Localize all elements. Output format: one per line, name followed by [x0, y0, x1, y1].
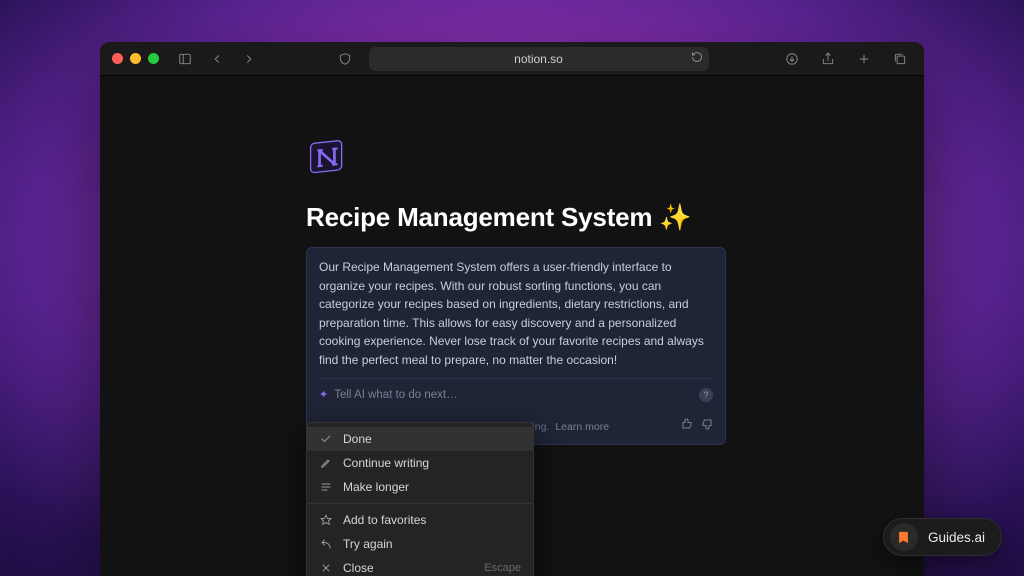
ai-response-block: Our Recipe Management System offers a us…	[306, 247, 726, 445]
menu-item-continue-writing[interactable]: Continue writing	[307, 451, 533, 475]
thumbs-up-button[interactable]	[681, 418, 693, 435]
menu-item-add-to-favorites[interactable]: Add to favorites	[307, 508, 533, 532]
ai-actions-menu: Done Continue writing Make longer Add to f…	[306, 422, 534, 576]
window-controls	[112, 53, 159, 64]
bookmark-icon	[890, 523, 918, 551]
guides-ai-label: Guides.ai	[928, 530, 985, 545]
menu-item-label: Try again	[343, 537, 393, 551]
undo-icon	[319, 538, 333, 550]
downloads-button[interactable]	[780, 47, 804, 71]
tabs-overview-button[interactable]	[888, 47, 912, 71]
page-content: Recipe Management System ✨ Our Recipe Ma…	[100, 76, 924, 576]
ai-response-text: Our Recipe Management System offers a us…	[319, 258, 713, 370]
new-tab-button[interactable]	[852, 47, 876, 71]
menu-item-label: Close	[343, 561, 374, 575]
menu-item-shortcut: Escape	[484, 562, 521, 574]
star-icon	[319, 514, 333, 526]
pencil-icon	[319, 457, 333, 469]
url-text: notion.so	[514, 52, 563, 66]
guides-ai-badge[interactable]: Guides.ai	[883, 518, 1002, 556]
check-icon	[319, 433, 333, 445]
notion-logo-icon	[306, 136, 348, 178]
address-bar[interactable]: notion.so	[369, 47, 709, 71]
ai-followup-input[interactable]: ✦ Tell AI what to do next… ?	[319, 378, 713, 405]
sparkle-icon: ✦	[319, 387, 328, 404]
browser-window: notion.so	[100, 42, 924, 576]
x-icon	[319, 562, 333, 574]
menu-item-label: Done	[343, 432, 372, 446]
menu-item-done[interactable]: Done	[307, 427, 533, 451]
share-button[interactable]	[816, 47, 840, 71]
thumbs-down-button[interactable]	[701, 418, 713, 435]
close-window-button[interactable]	[112, 53, 123, 64]
menu-item-label: Make longer	[343, 480, 409, 494]
menu-item-label: Add to favorites	[343, 513, 426, 527]
maximize-window-button[interactable]	[148, 53, 159, 64]
minimize-window-button[interactable]	[130, 53, 141, 64]
sidebar-toggle-button[interactable]	[173, 47, 197, 71]
forward-button[interactable]	[237, 47, 261, 71]
menu-item-make-longer[interactable]: Make longer	[307, 475, 533, 499]
menu-item-label: Continue writing	[343, 456, 429, 470]
page-title[interactable]: Recipe Management System ✨	[306, 202, 726, 233]
lines-icon	[319, 481, 333, 493]
privacy-shield-icon[interactable]	[333, 47, 357, 71]
reload-icon[interactable]	[691, 51, 703, 66]
menu-item-close[interactable]: Close Escape	[307, 556, 533, 576]
ai-input-placeholder: Tell AI what to do next…	[334, 387, 457, 405]
back-button[interactable]	[205, 47, 229, 71]
learn-more-link[interactable]: Learn more	[555, 419, 609, 435]
help-icon[interactable]: ?	[699, 388, 713, 402]
menu-item-try-again[interactable]: Try again	[307, 532, 533, 556]
browser-titlebar: notion.so	[100, 42, 924, 76]
menu-separator	[307, 503, 533, 504]
